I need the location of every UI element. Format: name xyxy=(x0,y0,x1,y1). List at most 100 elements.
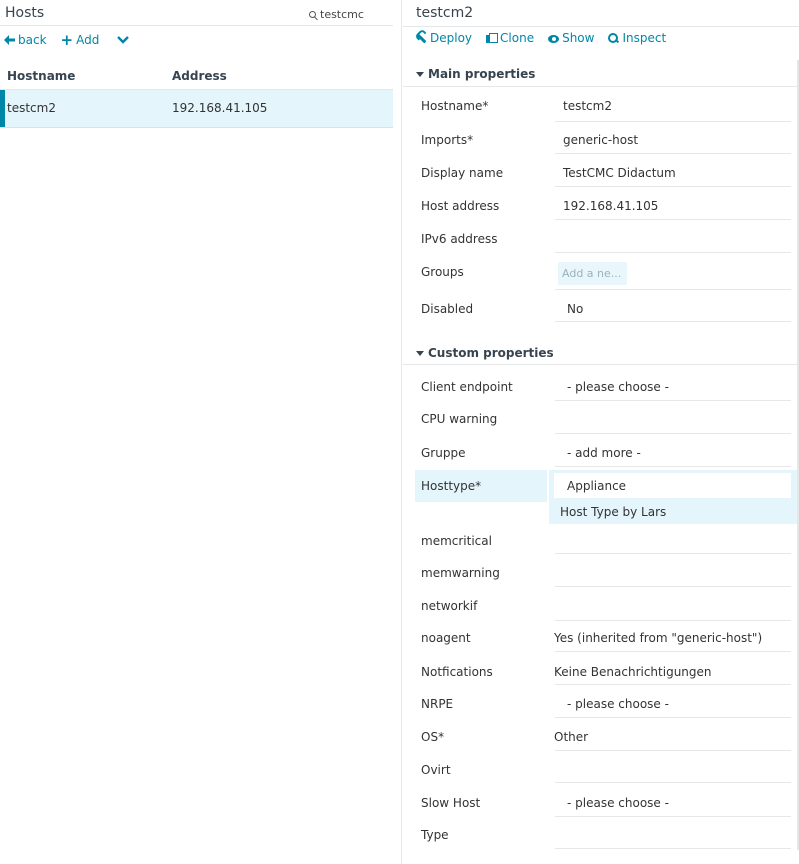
gruppe-select[interactable]: - add more - xyxy=(567,446,799,460)
field-label: Display name xyxy=(421,166,504,180)
arrow-left-icon xyxy=(4,35,15,45)
chevron-down-icon xyxy=(117,36,130,44)
field-underline xyxy=(555,750,791,751)
field-underline xyxy=(555,782,791,783)
search-icon xyxy=(309,11,316,18)
hosttype-field-focused: Appliance Host Type by Lars xyxy=(549,470,797,524)
cell-address: 192.168.41.105 xyxy=(172,101,268,115)
hosttype-select[interactable]: Appliance xyxy=(554,473,791,498)
field-underline xyxy=(555,553,791,554)
field-label: Gruppe xyxy=(421,446,466,460)
field-underline xyxy=(555,433,791,434)
field-underline xyxy=(555,252,791,253)
deploy-button[interactable]: Deploy xyxy=(416,31,472,45)
magnifier-icon xyxy=(608,32,619,44)
add-link[interactable]: + Add xyxy=(61,33,100,48)
pane-divider xyxy=(401,0,402,864)
add-label: Add xyxy=(76,33,100,47)
host-detail-pane: testcm2 Deploy Clone Show Inspect Main p… xyxy=(403,0,799,864)
field-underline xyxy=(555,289,791,290)
clone-button[interactable]: Clone xyxy=(486,31,534,45)
field-underline xyxy=(555,848,791,849)
field-underline xyxy=(555,219,791,220)
field-label: NRPE xyxy=(421,697,454,711)
custom-properties-toggle[interactable]: Custom properties xyxy=(416,346,554,360)
noagent-select[interactable]: Yes (inherited from "generic-host") xyxy=(554,631,791,645)
more-dropdown[interactable] xyxy=(117,36,130,44)
back-label: back xyxy=(18,33,47,47)
inspect-button[interactable]: Inspect xyxy=(608,31,666,45)
cell-hostname: testcm2 xyxy=(7,101,56,115)
header-divider xyxy=(403,26,799,27)
list-actions: back + Add xyxy=(4,33,130,48)
field-underline xyxy=(555,651,791,652)
page-title: Hosts xyxy=(5,5,45,21)
field-label: Groups xyxy=(421,265,464,279)
section-divider xyxy=(403,86,799,87)
slow-host-select[interactable]: - please choose - xyxy=(567,796,799,810)
field-label: noagent xyxy=(421,631,471,645)
hosttype-value: Appliance xyxy=(567,479,627,493)
clone-label: Clone xyxy=(500,31,535,45)
field-label: IPv6 address xyxy=(421,232,498,246)
field-label: CPU warning xyxy=(421,412,498,426)
field-label: OS* xyxy=(421,730,445,744)
back-link[interactable]: back xyxy=(4,33,47,47)
hostname-input[interactable]: testcm2 xyxy=(563,99,799,113)
show-button[interactable]: Show xyxy=(548,31,594,45)
nrpe-select[interactable]: - please choose - xyxy=(567,697,799,711)
show-label: Show xyxy=(562,31,595,45)
field-description: Host Type by Lars xyxy=(560,505,667,519)
imports-input[interactable]: generic-host xyxy=(563,133,799,147)
disabled-select[interactable]: No xyxy=(567,302,799,316)
field-underline xyxy=(555,620,791,621)
field-label: Imports* xyxy=(421,133,474,147)
field-label: Ovirt xyxy=(421,763,451,777)
section-divider xyxy=(403,364,799,365)
field-label: memwarning xyxy=(421,566,500,580)
main-properties-toggle[interactable]: Main properties xyxy=(416,67,535,81)
field-label: Hosttype* xyxy=(421,479,482,493)
field-underline xyxy=(555,121,791,122)
groups-input[interactable]: Add a ne... xyxy=(558,262,627,285)
table-row[interactable]: testcm2 192.168.41.105 xyxy=(0,90,393,128)
field-underline xyxy=(555,153,791,154)
table-header: Hostname Address xyxy=(0,64,393,90)
field-label: Host address xyxy=(421,199,500,213)
detail-actions: Deploy Clone Show Inspect xyxy=(416,31,680,45)
wrench-icon xyxy=(414,30,430,46)
field-label: Slow Host xyxy=(421,796,481,810)
detail-title: testcm2 xyxy=(416,5,474,21)
field-underline xyxy=(555,466,791,467)
search-box[interactable]: testcmc xyxy=(309,8,364,21)
field-underline xyxy=(555,400,791,401)
column-hostname[interactable]: Hostname xyxy=(7,69,75,83)
field-underline xyxy=(555,321,791,322)
caret-down-icon xyxy=(416,350,424,356)
inspect-label: Inspect xyxy=(622,31,667,45)
client-endpoint-select[interactable]: - please choose - xyxy=(567,380,799,394)
field-label: networkif xyxy=(421,599,478,613)
field-label: Client endpoint xyxy=(421,380,513,394)
field-underline xyxy=(555,684,791,685)
search-input[interactable]: testcmc xyxy=(320,8,364,21)
section-title: Main properties xyxy=(428,67,536,81)
column-address[interactable]: Address xyxy=(172,69,227,83)
field-underline xyxy=(555,816,791,817)
eye-icon xyxy=(548,33,560,44)
row-selected-indicator xyxy=(0,90,5,127)
field-label: memcritical xyxy=(421,534,492,548)
section-title: Custom properties xyxy=(428,346,554,360)
notfications-select[interactable]: Keine Benachrichtigungen xyxy=(554,665,791,679)
host-address-input[interactable]: 192.168.41.105 xyxy=(563,199,799,213)
clone-icon xyxy=(486,32,499,44)
hosts-list-pane: Hosts testcmc back + Add Hostname Addres… xyxy=(0,0,393,864)
field-underline xyxy=(555,717,791,718)
display-name-input[interactable]: TestCMC Didactum xyxy=(563,166,799,180)
os-select[interactable]: Other xyxy=(554,730,791,744)
field-label: Notfications xyxy=(421,665,493,679)
deploy-label: Deploy xyxy=(430,31,473,45)
caret-down-icon xyxy=(416,71,424,77)
hosts-table: Hostname Address testcm2 192.168.41.105 xyxy=(0,64,393,128)
field-label: Type xyxy=(421,828,449,842)
